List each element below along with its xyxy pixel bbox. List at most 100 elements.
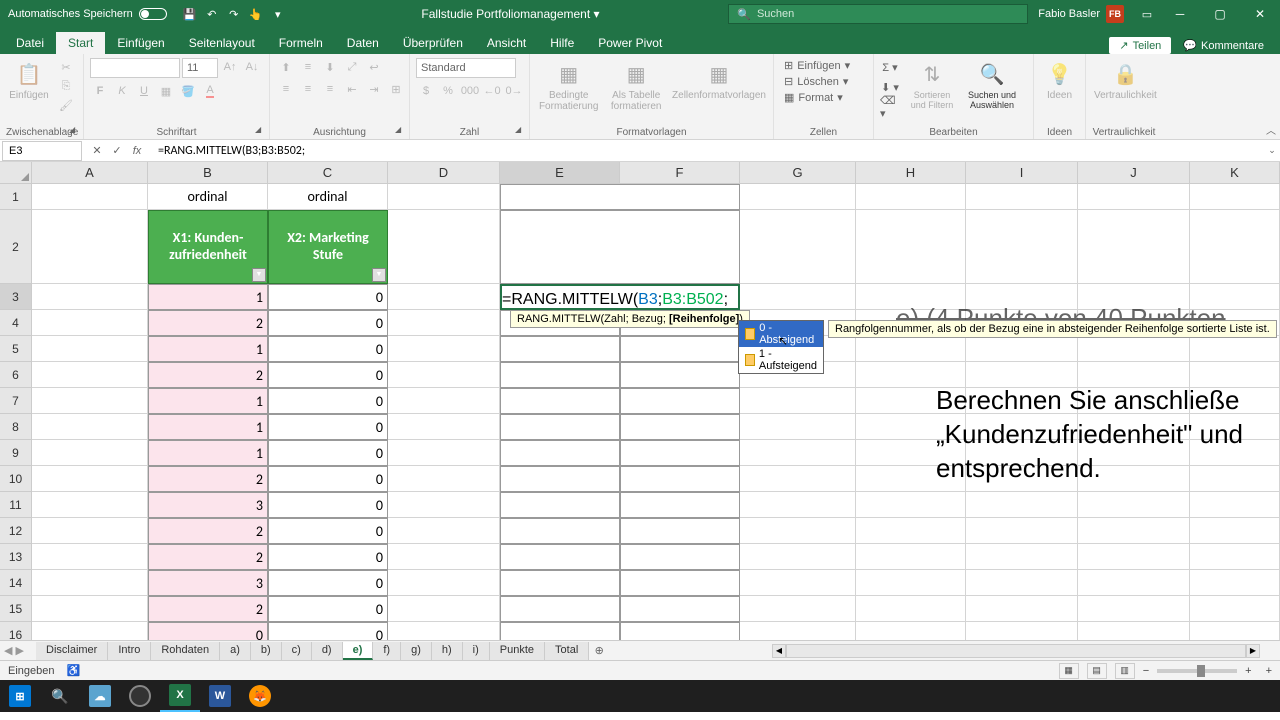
cell-F15[interactable] bbox=[620, 596, 740, 622]
cell[interactable] bbox=[740, 388, 856, 414]
autosave-toggle[interactable]: Automatisches Speichern bbox=[0, 8, 175, 20]
cell-E5[interactable] bbox=[500, 336, 620, 362]
delete-cells-button[interactable]: ⊟Löschen ▾ bbox=[780, 74, 852, 89]
cell[interactable] bbox=[966, 622, 1078, 640]
maximize-button[interactable]: ▢ bbox=[1200, 0, 1240, 28]
sheet-tab-Disclaimer[interactable]: Disclaimer bbox=[36, 642, 108, 660]
cell-B7[interactable]: 1 bbox=[148, 388, 268, 414]
expand-formula-bar-icon[interactable]: ⌄ bbox=[1264, 145, 1280, 156]
zoom-out-icon[interactable]: − bbox=[1143, 665, 1149, 677]
col-header-F[interactable]: F bbox=[620, 162, 740, 184]
task-app-1[interactable]: ☁ bbox=[80, 680, 120, 712]
row-header[interactable]: 4 bbox=[0, 310, 32, 336]
cell[interactable] bbox=[740, 544, 856, 570]
cell-D5[interactable] bbox=[388, 336, 500, 362]
cell-C14[interactable]: 0 bbox=[268, 570, 388, 596]
cell-B8[interactable]: 1 bbox=[148, 414, 268, 440]
comments-button[interactable]: 💬 Kommentare bbox=[1175, 37, 1272, 54]
col-header-A[interactable]: A bbox=[32, 162, 148, 184]
sheet-tab-Intro[interactable]: Intro bbox=[108, 642, 151, 660]
filter-arrow-icon[interactable]: ▼ bbox=[372, 268, 386, 282]
cell-C4[interactable]: 0 bbox=[268, 310, 388, 336]
cell-B16[interactable]: 0 bbox=[148, 622, 268, 640]
cell-F11[interactable] bbox=[620, 492, 740, 518]
cell[interactable] bbox=[856, 570, 966, 596]
cell-F9[interactable] bbox=[620, 440, 740, 466]
cell[interactable] bbox=[1190, 544, 1280, 570]
cell-D10[interactable] bbox=[388, 466, 500, 492]
cell[interactable] bbox=[1078, 492, 1190, 518]
cell[interactable] bbox=[1078, 336, 1190, 362]
scroll-left-icon[interactable]: ◀ bbox=[772, 644, 786, 658]
cell-C12[interactable]: 0 bbox=[268, 518, 388, 544]
dialog-launcher-icon[interactable]: ◢ bbox=[69, 125, 81, 137]
cell-C8[interactable]: 0 bbox=[268, 414, 388, 440]
cell-B3[interactable]: 1 bbox=[148, 284, 268, 310]
cell-A11[interactable] bbox=[32, 492, 148, 518]
cell-F6[interactable] bbox=[620, 362, 740, 388]
cell[interactable] bbox=[966, 570, 1078, 596]
cell[interactable] bbox=[966, 184, 1078, 210]
cell[interactable] bbox=[1190, 336, 1280, 362]
cell[interactable] bbox=[1078, 210, 1190, 284]
cell-D7[interactable] bbox=[388, 388, 500, 414]
cell-E8[interactable] bbox=[500, 414, 620, 440]
cell-D12[interactable] bbox=[388, 518, 500, 544]
ribbon-display-icon[interactable]: ▭ bbox=[1140, 7, 1154, 21]
cell-C1[interactable]: ordinal bbox=[268, 184, 388, 210]
cell-F7[interactable] bbox=[620, 388, 740, 414]
cell-C16[interactable]: 0 bbox=[268, 622, 388, 640]
cell[interactable] bbox=[740, 284, 856, 310]
cell-E14[interactable] bbox=[500, 570, 620, 596]
sheet-tab-b[interactable]: b) bbox=[251, 642, 282, 660]
normal-view-icon[interactable]: ▦ bbox=[1059, 663, 1079, 679]
cell[interactable] bbox=[740, 210, 856, 284]
collapse-ribbon-icon[interactable]: ︿ bbox=[1266, 122, 1276, 137]
start-button[interactable]: ⊞ bbox=[0, 680, 40, 712]
tab-ueberpruefen[interactable]: Überprüfen bbox=[391, 32, 475, 54]
cell-A6[interactable] bbox=[32, 362, 148, 388]
cell-B13[interactable]: 2 bbox=[148, 544, 268, 570]
cell-E16[interactable] bbox=[500, 622, 620, 640]
page-break-view-icon[interactable]: ▥ bbox=[1115, 663, 1135, 679]
cell-A15[interactable] bbox=[32, 596, 148, 622]
cell-A3[interactable] bbox=[32, 284, 148, 310]
cell-E6[interactable] bbox=[500, 362, 620, 388]
cell-B15[interactable]: 2 bbox=[148, 596, 268, 622]
sheet-tab-Punkte[interactable]: Punkte bbox=[490, 642, 545, 660]
row-header[interactable]: 8 bbox=[0, 414, 32, 440]
cell-B9[interactable]: 1 bbox=[148, 440, 268, 466]
tab-daten[interactable]: Daten bbox=[335, 32, 391, 54]
add-sheet-button[interactable]: ⊕ bbox=[589, 644, 609, 657]
col-header-G[interactable]: G bbox=[740, 162, 856, 184]
cell[interactable] bbox=[966, 492, 1078, 518]
cell-F8[interactable] bbox=[620, 414, 740, 440]
row-header[interactable]: 14 bbox=[0, 570, 32, 596]
tab-powerpivot[interactable]: Power Pivot bbox=[586, 32, 674, 54]
cell-B14[interactable]: 3 bbox=[148, 570, 268, 596]
cell[interactable] bbox=[740, 466, 856, 492]
cell[interactable] bbox=[1190, 518, 1280, 544]
cell-C15[interactable]: 0 bbox=[268, 596, 388, 622]
insert-cells-button[interactable]: ⊞Einfügen ▾ bbox=[780, 58, 854, 73]
cell[interactable] bbox=[966, 210, 1078, 284]
sheet-tab-a[interactable]: a) bbox=[220, 642, 251, 660]
tab-ansicht[interactable]: Ansicht bbox=[475, 32, 538, 54]
task-app-2[interactable] bbox=[120, 680, 160, 712]
cell[interactable] bbox=[856, 336, 966, 362]
redo-icon[interactable]: ↷ bbox=[227, 7, 241, 21]
cell[interactable] bbox=[1078, 570, 1190, 596]
col-header-K[interactable]: K bbox=[1190, 162, 1280, 184]
cell-A4[interactable] bbox=[32, 310, 148, 336]
cell[interactable] bbox=[740, 414, 856, 440]
cell-A5[interactable] bbox=[32, 336, 148, 362]
cell[interactable] bbox=[740, 440, 856, 466]
cell-A1[interactable] bbox=[32, 184, 148, 210]
cell-A13[interactable] bbox=[32, 544, 148, 570]
row-header[interactable]: 9 bbox=[0, 440, 32, 466]
cell[interactable] bbox=[1190, 492, 1280, 518]
zoom-in-icon[interactable]: + bbox=[1245, 665, 1251, 677]
accessibility-icon[interactable]: ♿ bbox=[67, 664, 81, 677]
cell[interactable] bbox=[1190, 210, 1280, 284]
cell[interactable] bbox=[856, 544, 966, 570]
